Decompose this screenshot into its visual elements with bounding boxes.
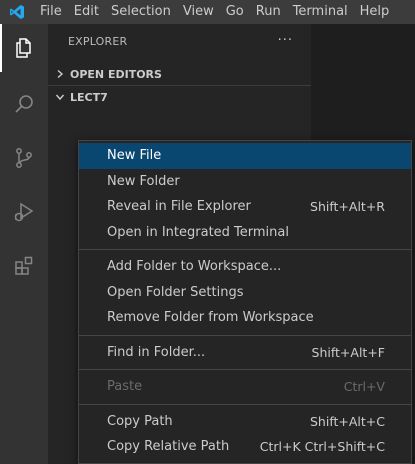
menu-item-new-folder[interactable]: New Folder <box>79 169 411 195</box>
menu-item-label: Copy Path <box>107 413 173 429</box>
menu-separator <box>79 369 411 370</box>
menu-go[interactable]: Go <box>220 0 250 24</box>
menu-item-shortcut: Shift+Alt+R <box>310 199 385 215</box>
menu-item-add-folder-to-workspace[interactable]: Add Folder to Workspace... <box>79 254 411 280</box>
menu-item-label: New File <box>107 148 162 164</box>
menu-view[interactable]: View <box>177 0 220 24</box>
menu-item-paste: Paste Ctrl+V <box>79 374 411 400</box>
menu-item-label: Reveal in File Explorer <box>107 199 251 215</box>
menu-item-label: Find in Folder... <box>107 344 206 360</box>
section-open-editors[interactable]: OPEN EDITORS <box>48 63 311 86</box>
menu-item-copy-relative-path[interactable]: Copy Relative Path Ctrl+K Ctrl+Shift+C <box>79 434 411 460</box>
menu-item-new-file[interactable]: New File <box>79 143 411 169</box>
menu-item-label: Open Folder Settings <box>107 284 244 300</box>
menu-item-label: New Folder <box>107 173 180 189</box>
menu-file[interactable]: File <box>34 0 68 24</box>
source-control-icon[interactable] <box>0 134 48 182</box>
menu-bar: File Edit Selection View Go Run Terminal… <box>0 0 415 24</box>
menu-item-label: Open in Integrated Terminal <box>107 224 289 240</box>
search-icon[interactable] <box>0 80 48 128</box>
menu-item-label: Copy Relative Path <box>107 439 230 455</box>
run-debug-icon[interactable] <box>0 188 48 236</box>
chevron-right-icon <box>52 66 68 82</box>
menu-run[interactable]: Run <box>250 0 287 24</box>
menu-item-copy-path[interactable]: Copy Path Shift+Alt+C <box>79 409 411 435</box>
menu-help[interactable]: Help <box>354 0 396 24</box>
extensions-icon[interactable] <box>0 242 48 290</box>
menu-terminal[interactable]: Terminal <box>287 0 354 24</box>
menu-edit[interactable]: Edit <box>68 0 105 24</box>
menu-separator <box>79 403 411 405</box>
menu-item-open-folder-settings[interactable]: Open Folder Settings <box>79 280 411 306</box>
menu-item-shortcut: Shift+Alt+F <box>311 344 385 360</box>
menu-item-open-in-terminal[interactable]: Open in Integrated Terminal <box>79 220 411 246</box>
menu-item-shortcut: Ctrl+V <box>343 379 385 395</box>
menu-item-find-in-folder[interactable]: Find in Folder... Shift+Alt+F <box>79 340 411 366</box>
menu-item-reveal-in-file-explorer[interactable]: Reveal in File Explorer Shift+Alt+R <box>79 194 411 220</box>
menu-separator <box>79 249 411 250</box>
activity-bar <box>0 24 48 464</box>
menu-item-label: Add Folder to Workspace... <box>107 259 282 275</box>
menu-item-label: Paste <box>107 379 143 395</box>
menu-item-label: Remove Folder from Workspace <box>107 310 314 326</box>
sidebar-title: EXPLORER <box>68 35 128 48</box>
more-actions-icon[interactable]: ··· <box>278 33 293 48</box>
menu-separator <box>79 334 411 336</box>
chevron-down-icon <box>52 89 68 105</box>
section-folder-lect7[interactable]: LECT7 <box>48 86 311 108</box>
menu-item-shortcut: Shift+Alt+C <box>309 413 385 429</box>
menu-item-shortcut: Ctrl+K Ctrl+Shift+C <box>259 439 385 455</box>
menu-selection[interactable]: Selection <box>105 0 177 24</box>
explorer-icon[interactable] <box>0 24 48 72</box>
menu-item-remove-folder-from-workspace[interactable]: Remove Folder from Workspace <box>79 305 411 331</box>
vscode-logo-icon <box>0 0 34 24</box>
section-label: LECT7 <box>70 90 108 104</box>
section-label: OPEN EDITORS <box>70 67 162 81</box>
context-menu: New File New Folder Reveal in File Explo… <box>78 140 412 464</box>
sidebar-header: EXPLORER ··· <box>48 24 311 59</box>
